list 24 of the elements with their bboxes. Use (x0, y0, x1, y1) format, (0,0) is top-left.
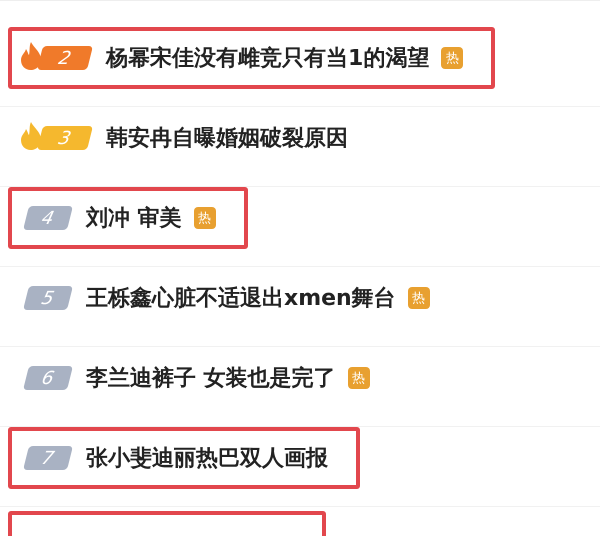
hot-search-item[interactable]: 6 李兰迪裤子 女装也是完了 热 (8, 347, 402, 409)
hot-tag: 热 (441, 47, 464, 69)
highlight-frame[interactable]: 7 张小斐迪丽热巴双人画报 (8, 427, 360, 489)
flame-icon (20, 41, 42, 71)
topic-title: 李兰迪裤子 女装也是完了 (86, 365, 336, 393)
rank-badge: 3 (37, 126, 93, 150)
rank-badge: 5 (23, 286, 73, 310)
topic-title: 杨幂宋佳没有雌竞只有当1的渴望 (106, 44, 430, 73)
hot-search-item[interactable]: 5 王栎鑫心脏不适退出xmen舞台 热 (8, 267, 462, 329)
topic-title: 韩安冉自曝婚姻破裂原因 (106, 124, 348, 153)
hot-tag: 热 (348, 367, 370, 389)
topic-title: 王栎鑫心脏不适退出xmen舞台 (86, 284, 396, 313)
hot-tag: 热 (408, 287, 430, 309)
rank-badge: 4 (23, 206, 73, 230)
rank-badge: 2 (37, 46, 93, 70)
hot-tag: 热 (194, 207, 216, 229)
rank-badge: 7 (23, 446, 73, 470)
highlight-frame[interactable]: 2 杨幂宋佳没有雌竞只有当1的渴望 热 (8, 27, 496, 89)
topic-title: 张小斐迪丽热巴双人画报 (86, 445, 328, 473)
rank-badge: 6 (23, 366, 73, 390)
hot-search-item[interactable]: 3 韩安冉自曝婚姻破裂原因 (8, 107, 380, 169)
flame-icon (20, 121, 42, 151)
topic-title: 刘冲 审美 (86, 204, 182, 233)
highlight-frame[interactable]: 4 刘冲 审美 热 (8, 187, 248, 249)
